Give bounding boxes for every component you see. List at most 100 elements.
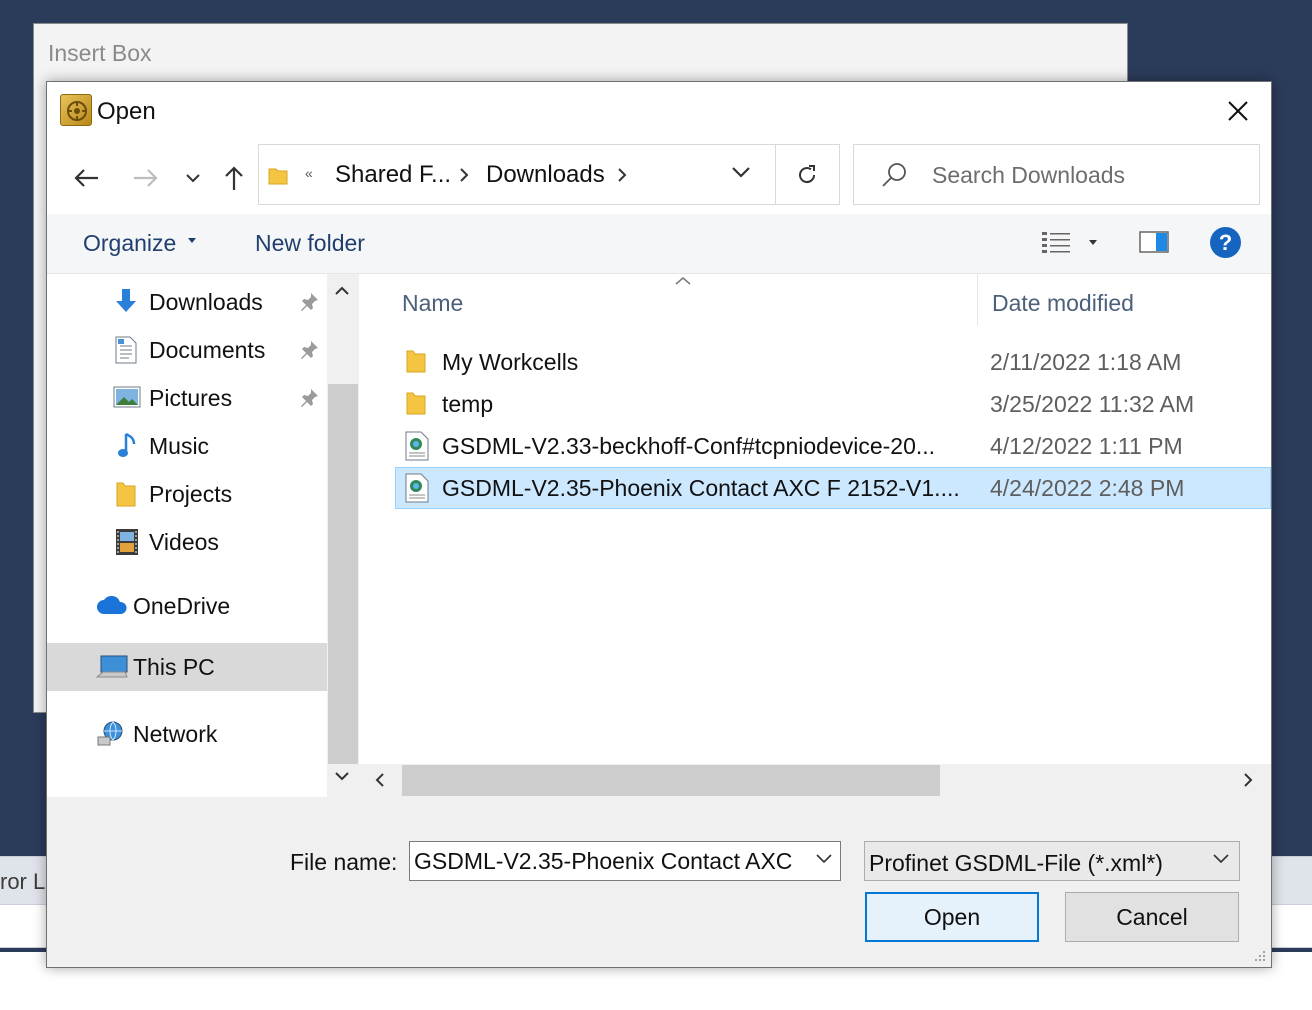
file-date: 4/24/2022 2:48 PM: [990, 475, 1185, 501]
file-list-horizontal-scrollbar[interactable]: [359, 764, 1271, 797]
nav-item-label: Network: [133, 721, 218, 747]
file-name-input[interactable]: [414, 846, 804, 876]
chevron-down-icon: [186, 174, 200, 183]
nav-item-downloads[interactable]: Downloads: [47, 278, 327, 324]
search-icon: [882, 163, 906, 187]
xml-file-icon: [405, 431, 429, 461]
column-separator[interactable]: [977, 274, 978, 326]
up-button[interactable]: [216, 160, 252, 196]
nav-item-music[interactable]: Music: [47, 422, 327, 468]
address-overflow-glyph[interactable]: «: [305, 165, 313, 181]
cloud-icon: [97, 595, 127, 614]
nav-item-this-pc[interactable]: This PC: [47, 643, 327, 691]
help-button[interactable]: ?: [1210, 227, 1241, 258]
chevron-down-icon[interactable]: [335, 771, 349, 781]
file-row-selected[interactable]: GSDML-V2.35-Phoenix Contact AXC F 2152-V…: [395, 467, 1271, 509]
app-logo-icon: [60, 94, 92, 126]
search-box: [853, 144, 1260, 205]
computer-icon: [95, 655, 128, 678]
file-row[interactable]: My Workcells 2/11/2022 1:18 AM: [395, 341, 1271, 383]
chevron-right-icon[interactable]: [459, 167, 469, 183]
chevron-right-icon[interactable]: [1243, 773, 1253, 787]
document-icon: [115, 336, 137, 364]
folder-icon: [268, 168, 288, 185]
nav-item-label: Pictures: [149, 385, 233, 411]
chevron-up-icon[interactable]: [335, 286, 349, 296]
nav-item-label: Projects: [149, 481, 233, 507]
nav-item-label: Music: [149, 433, 210, 459]
column-header-date-modified[interactable]: Date modified: [992, 290, 1134, 317]
pictures-icon: [113, 386, 141, 408]
chevron-left-icon[interactable]: [375, 773, 385, 787]
preview-pane-icon[interactable]: [1139, 231, 1169, 253]
arrow-left-icon: [74, 169, 98, 187]
search-input[interactable]: [932, 157, 1247, 193]
file-name-label: File name:: [290, 849, 398, 875]
new-folder-button[interactable]: New folder: [255, 230, 365, 257]
refresh-icon: [799, 164, 816, 183]
download-arrow-icon: [116, 289, 136, 312]
xml-file-icon: [405, 473, 429, 503]
breadcrumb-shared-folders[interactable]: Shared F...: [335, 161, 451, 189]
recent-locations-button[interactable]: [175, 160, 211, 196]
folder-icon: [406, 350, 426, 373]
file-date: 3/25/2022 11:32 AM: [990, 391, 1195, 417]
sort-ascending-icon: [675, 277, 691, 285]
error-list-label: ror L: [0, 869, 46, 894]
address-bar[interactable]: « Shared F... Downloads: [258, 144, 840, 205]
chevron-down-icon[interactable]: [731, 165, 751, 179]
caret-down-icon[interactable]: [188, 238, 196, 244]
column-header-name[interactable]: Name: [402, 290, 463, 317]
nav-item-label: Documents: [149, 337, 266, 363]
dialog-titlebar: Open: [47, 82, 1271, 144]
chevron-right-icon[interactable]: [617, 167, 627, 183]
scrollbar-thumb[interactable]: [402, 765, 940, 796]
nav-item-documents[interactable]: Documents: [47, 326, 327, 372]
close-button[interactable]: [1205, 82, 1271, 140]
file-row[interactable]: temp 3/25/2022 11:32 AM: [395, 383, 1271, 425]
file-name: GSDML-V2.33-beckhoff-Conf#tcpniodevice-2…: [442, 433, 936, 459]
chevron-down-icon[interactable]: [816, 854, 832, 864]
back-button[interactable]: [69, 160, 105, 196]
organize-button[interactable]: Organize: [83, 230, 176, 257]
file-date: 2/11/2022 1:18 AM: [990, 349, 1182, 375]
open-file-dialog: Open « Shared F... Downloads Search Down…: [46, 81, 1272, 968]
view-details-icon[interactable]: [1041, 230, 1071, 254]
forward-button[interactable]: [127, 160, 163, 196]
nav-item-onedrive[interactable]: OneDrive: [47, 582, 327, 628]
nav-item-label: This PC: [133, 654, 215, 680]
scrollbar-thumb[interactable]: [328, 384, 358, 764]
arrow-right-icon: [134, 169, 158, 187]
nav-item-network[interactable]: Network: [47, 710, 327, 756]
nav-pane-scrollbar[interactable]: [327, 274, 359, 797]
nav-item-pictures[interactable]: Pictures: [47, 374, 327, 420]
network-icon: [97, 721, 123, 746]
pin-icon[interactable]: [299, 340, 319, 360]
navigation-bar: « Shared F... Downloads: [47, 144, 1271, 214]
breadcrumb-downloads[interactable]: Downloads: [486, 161, 605, 189]
folder-icon: [406, 392, 426, 415]
close-icon: [1228, 101, 1248, 121]
caret-down-icon[interactable]: [1089, 240, 1097, 246]
folder-icon: [116, 482, 136, 507]
open-button[interactable]: Open: [865, 892, 1039, 942]
chevron-down-icon: [1213, 854, 1229, 864]
nav-item-label: OneDrive: [133, 593, 231, 619]
insert-box-title: Insert Box: [48, 40, 152, 66]
file-name: GSDML-V2.35-Phoenix Contact AXC F 2152-V…: [442, 475, 960, 501]
file-type-value: Profinet GSDML-File (*.xml*): [869, 850, 1163, 876]
pin-icon[interactable]: [299, 388, 319, 408]
nav-item-label: Downloads: [149, 289, 263, 315]
pin-icon[interactable]: [299, 292, 319, 312]
nav-item-videos[interactable]: Videos: [47, 518, 327, 564]
music-note-icon: [118, 432, 136, 457]
file-type-select[interactable]: Profinet GSDML-File (*.xml*): [864, 841, 1240, 881]
file-name-combobox: [409, 841, 841, 881]
cancel-button[interactable]: Cancel: [1065, 892, 1239, 942]
nav-item-projects[interactable]: Projects: [47, 470, 327, 516]
resize-grip-icon[interactable]: [1253, 949, 1267, 963]
navigation-pane: Downloads Documents Pictures Music Proje…: [47, 274, 327, 797]
file-row[interactable]: GSDML-V2.33-beckhoff-Conf#tcpniodevice-2…: [395, 425, 1271, 467]
file-date: 4/12/2022 1:11 PM: [990, 433, 1183, 459]
refresh-button[interactable]: [775, 145, 839, 204]
